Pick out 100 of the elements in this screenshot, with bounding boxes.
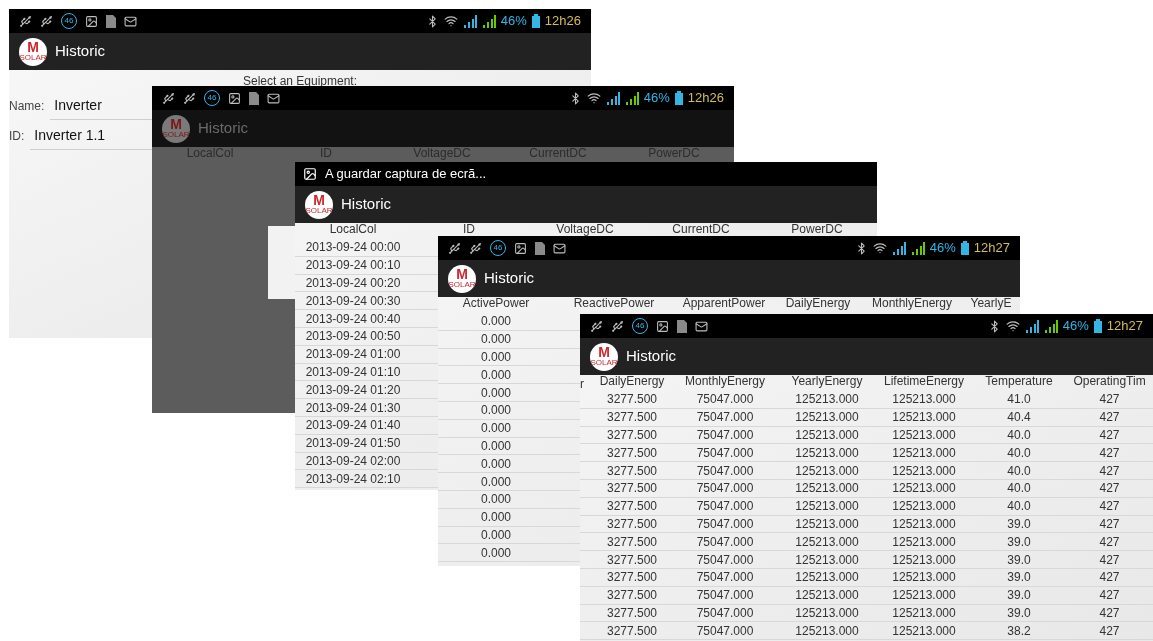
mail-icon [124,14,137,28]
table-cell-text: 125213.000 [891,533,957,551]
app-logo: M SOLAR [448,264,476,293]
table-cell-text: 75047.000 [695,533,755,551]
table-cell-text: 427 [1098,427,1121,444]
image-icon [228,91,241,105]
table-cell-text: 125213.000 [891,516,957,533]
table-cell-text: 3277.500 [605,533,659,551]
table-cell-text: 125213.000 [794,604,860,622]
table-cell-text: 125213.000 [891,480,957,498]
table-cell-text: 2013-09-24 01:50 [304,435,402,453]
column-header: DailyEnergy [784,297,852,310]
usb-icon [183,91,196,105]
file-icon [535,241,545,255]
table-cell-text: 125213.000 [794,516,860,533]
battery-icon [960,241,969,255]
column-header: ApparentPower [681,297,767,310]
image-icon [514,241,527,255]
table-cell-text: 0.000 [480,438,512,455]
table-cell-text: 3277.500 [605,587,659,605]
battery-icon [531,14,540,28]
column-header: VoltageDC [555,223,615,236]
table-cell-text: 2013-09-24 00:40 [304,310,402,328]
mail-icon [553,241,566,255]
table-cell-text: 39.0 [1006,516,1032,533]
clock: 12h26 [544,12,581,31]
table-cell-text: 39.0 [1006,533,1032,551]
table-cell-text: 41.0 [1006,391,1032,409]
screen-title: Historic [55,41,105,62]
usb-icon [469,241,482,255]
table-cell-text: 3277.500 [605,427,659,444]
table-cell-text: 3277.500 [605,391,659,409]
usb-icon [611,319,624,333]
app-logo: M SOLAR [305,190,333,219]
column-header: MonthlyEnergy [870,297,953,310]
battery-percent: 46% [643,89,670,108]
clock: 12h26 [687,89,724,108]
table-cell-text: 2013-09-24 01:00 [304,346,402,364]
table-cell-text: 75047.000 [695,604,755,622]
image-icon [85,14,98,28]
wifi-icon [443,14,458,28]
table-cell-text: 2013-09-24 02:00 [304,452,402,470]
screen-title: Historic [626,346,676,367]
table-cell-text: 38.2 [1006,622,1032,640]
table-cell-text: 2013-09-24 00:00 [304,239,402,257]
table-cell-text: 125213.000 [891,427,957,444]
table-cell-text: 39.0 [1006,551,1032,569]
signal-icon [605,91,620,105]
table-cell-text: 125213.000 [891,498,957,516]
table-cell-text: 427 [1098,622,1121,640]
signal-icon [1043,319,1058,333]
field-label: ID: [9,128,25,145]
column-header: ActivePower [461,297,531,310]
table-cell-text: 2013-09-24 01:10 [304,364,402,381]
column-header: MonthlyEnergy [683,375,766,388]
table-cell-text: 0.000 [480,473,512,491]
column-header: YearlyE [969,297,1013,310]
table-cell-text: 39.0 [1006,604,1032,622]
table-cell-text: 0.000 [480,491,512,509]
table-cell-text: 125213.000 [794,409,860,427]
image-icon [303,167,317,181]
table-cell-text: 3277.500 [605,569,659,587]
mail-icon [695,319,708,333]
table-cell-text: 75047.000 [695,462,755,480]
table-cell-text: 427 [1098,604,1121,622]
column-header: LocalCol [328,223,378,236]
table-cell-text: 125213.000 [794,498,860,516]
table-cell-text: 3277.500 [605,444,659,462]
table-cell-text: 2013-09-24 00:30 [304,292,402,310]
table-cell-text: 3277.500 [605,409,659,427]
table-cell-text: 427 [1098,516,1121,533]
table-cell-text: 125213.000 [794,427,860,444]
table-cell-text: 125213.000 [891,622,957,640]
table-cell-text: 0.000 [480,331,512,349]
table-cell-text: 39.0 [1006,569,1032,587]
field-label: Name: [9,98,45,115]
table-cell-text: 125213.000 [891,391,957,409]
clock: 12h27 [973,239,1010,258]
table-cell-text: 427 [1098,480,1121,498]
table-cell-text: 125213.000 [794,444,860,462]
prompt-label: Select an Equipment: [241,73,359,90]
column-header: ID [462,223,476,236]
table-cell-text: 125213.000 [891,409,957,427]
table-cell-text: 125213.000 [794,551,860,569]
table-cell-text: 40.0 [1006,427,1032,444]
clock: 12h27 [1106,317,1143,336]
table-cell-text: 0.000 [480,313,512,331]
usb-icon [40,14,53,28]
app-logo: M SOLAR [19,37,47,66]
table-cell-text: 75047.000 [695,569,755,587]
table-cell-text: 75047.000 [695,498,755,516]
table-cell-text: 75047.000 [695,551,755,569]
table-cell-text: 2013-09-24 00:20 [304,275,402,292]
screen-title: Historic [198,118,248,139]
table-cell-text: 125213.000 [891,569,957,587]
table-cell-text: 125213.000 [891,551,957,569]
table-cell-text: 125213.000 [794,622,860,640]
app-logo: M SOLAR [590,342,618,371]
table-cell-text: 125213.000 [891,604,957,622]
table-cell-text: 3277.500 [605,498,659,516]
